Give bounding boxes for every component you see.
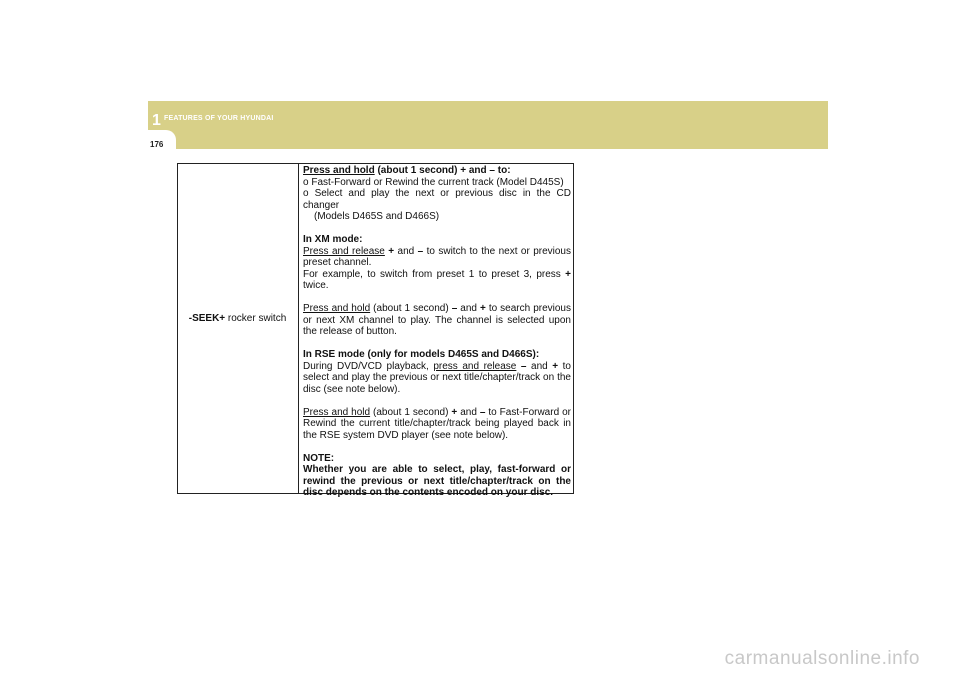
rse-hold-and: and (457, 406, 480, 418)
xm-mode-heading: In XM mode: (303, 234, 363, 245)
rse-hold-mid: (about 1 second) (370, 406, 452, 418)
seek-control-label: -SEEK+ (188, 313, 226, 324)
xm-press-release-link: Press and release (303, 245, 385, 257)
rse-minus-symbol: – (516, 360, 527, 372)
xm-release-paragraph: Press and release + and – to switch to t… (303, 246, 571, 269)
rse-hold-paragraph: Press and hold (about 1 second) + and – … (303, 407, 571, 442)
chapter-title: FEATURES OF YOUR HYUNDAI (164, 115, 274, 122)
rse-release-paragraph: During DVD/VCD playback, press and relea… (303, 361, 571, 396)
cd-bullet-1: o Fast-Forward or Rewind the current tra… (303, 176, 564, 188)
xm-hold-and: and (457, 303, 480, 314)
xm-and-text: and (394, 245, 418, 257)
xm-example-end: twice. (303, 280, 329, 291)
cd-bullet-2: o Select and play the next or previous d… (303, 188, 571, 211)
watermark: carmanualsonline.info (724, 648, 920, 669)
cd-press-hold-link: Press and hold (303, 165, 375, 176)
rse-and-text: and (526, 360, 553, 372)
xm-hold-paragraph: Press and hold (about 1 second) – and + … (303, 303, 571, 338)
page-number: 176 (150, 140, 164, 149)
xm-example-text: For example, to switch from preset 1 to … (303, 268, 566, 280)
table-column-divider (298, 163, 299, 494)
xm-hold-mid: (about 1 second) (370, 303, 452, 314)
rse-playback-text: During DVD/VCD playback, (303, 360, 434, 372)
note-text: Whether you are able to select, play, fa… (303, 464, 571, 498)
control-name-cell: -SEEK+ rocker switch (177, 313, 298, 324)
cd-hold-heading: Press and hold (about 1 second) + and – … (303, 165, 571, 177)
control-description-cell: Press and hold (about 1 second) + and – … (303, 165, 571, 499)
rse-mode-heading: In RSE mode (only for models D465S and D… (303, 349, 540, 360)
cd-bullet-2-continued: (Models D465S and D466S) (314, 211, 440, 222)
cd-hold-rest: (about 1 second) + and – to: (374, 165, 511, 176)
note-heading: NOTE: (303, 452, 335, 464)
rse-press-release-link: press and release (433, 360, 517, 372)
xm-example-plus: + (565, 268, 571, 280)
xm-example-paragraph: For example, to switch from preset 1 to … (303, 269, 571, 292)
chapter-header-band (148, 101, 828, 149)
chapter-number: 1 (152, 112, 161, 129)
rse-press-hold-link: Press and hold (303, 406, 371, 418)
xm-press-hold-link: Press and hold (303, 303, 371, 314)
rocker-switch-label: rocker switch (225, 313, 287, 324)
